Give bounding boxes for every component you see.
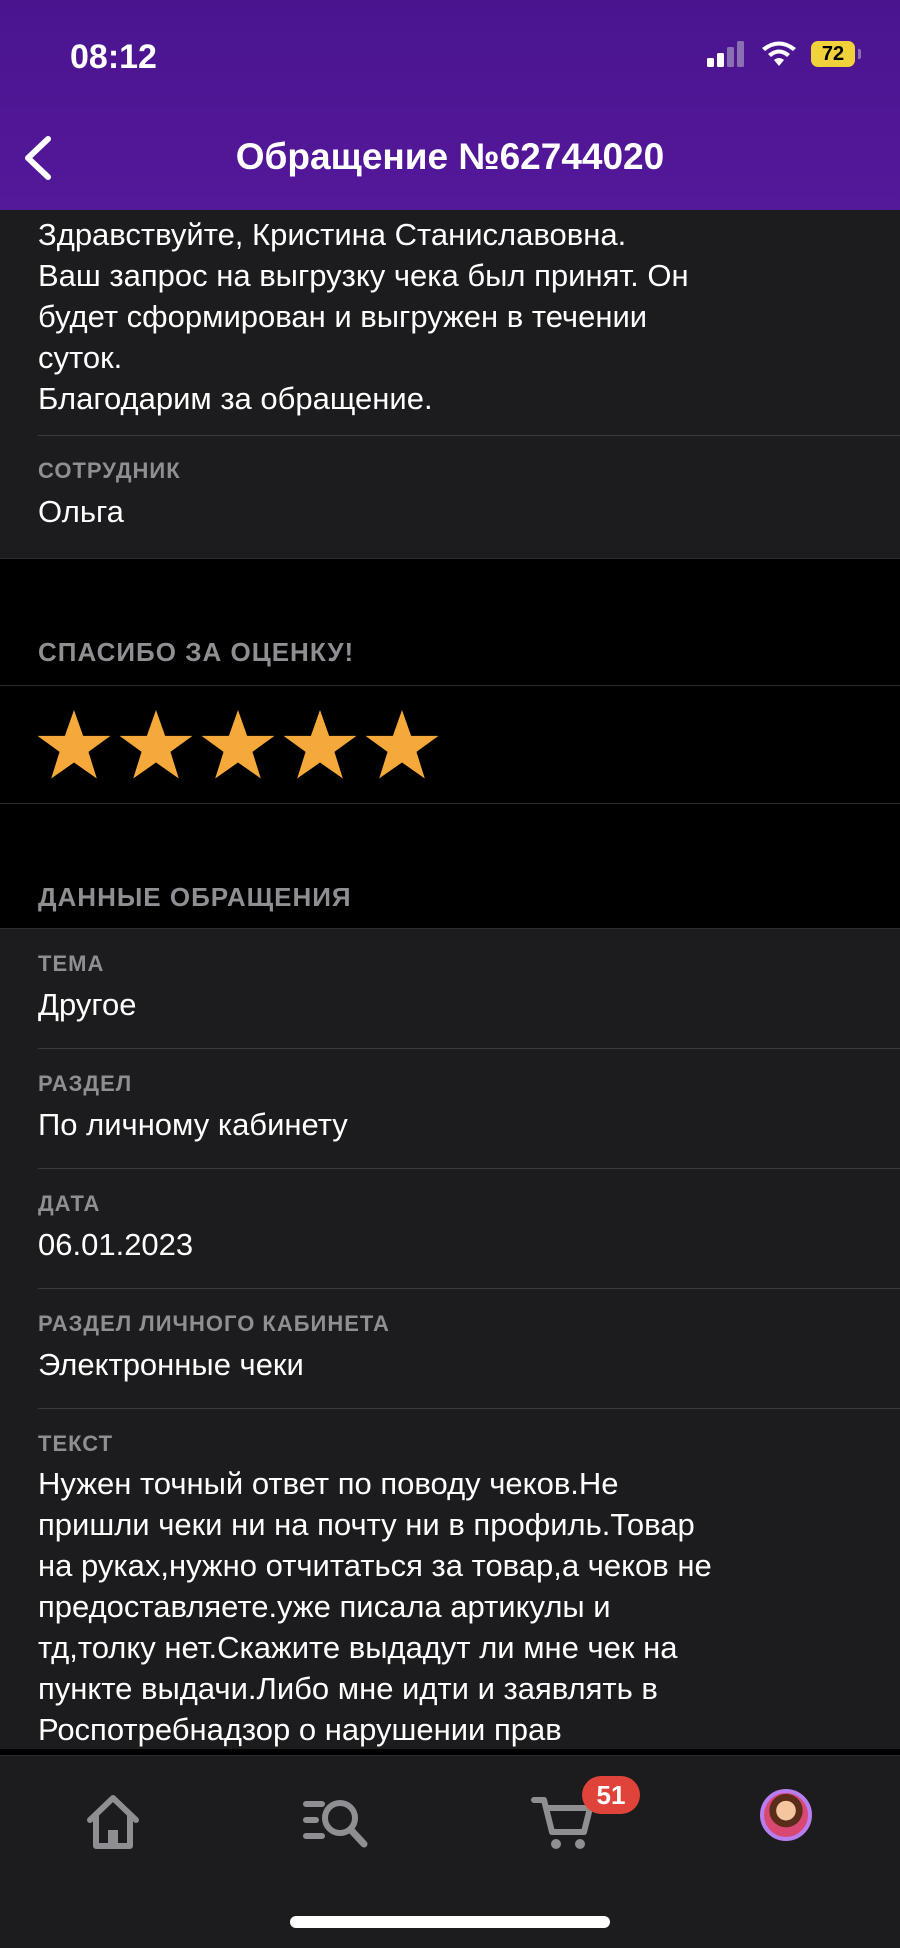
signal-icon	[707, 41, 744, 67]
status-icons: 72	[707, 40, 861, 68]
field-label: ТЕКСТ	[38, 1431, 114, 1456]
text-line: пришли чеки ни на почту ни в профиль.Тов…	[38, 1507, 695, 1542]
field-label: ТЕМА	[38, 951, 105, 976]
text-line: пункте выдачи.Либо мне идти и заявлять в	[38, 1671, 658, 1706]
battery-icon: 72	[811, 41, 861, 67]
field-row-theme: ТЕМА Другое	[0, 929, 900, 1048]
reply-line: будет сформирован и выгружен в течении	[38, 299, 648, 334]
home-indicator	[290, 1916, 610, 1928]
search-icon[interactable]	[302, 1786, 372, 1856]
request-text: Нужен точный ответ по поводу чеков.Не пр…	[38, 1463, 900, 1749]
employee-label: СОТРУДНИК	[38, 458, 181, 483]
reply-line: Благодарим за обращение.	[38, 381, 433, 416]
reply-line: Здравствуйте, Кристина Станиславовна.	[38, 217, 627, 252]
cart-badge: 51	[582, 1776, 640, 1814]
reply-line: суток.	[38, 340, 123, 375]
field-value: 06.01.2023	[38, 1227, 194, 1262]
field-row-cabinet-section: РАЗДЕЛ ЛИЧНОГО КАБИНЕТА Электронные чеки	[0, 1289, 900, 1408]
field-row-date: ДАТА 06.01.2023	[0, 1169, 900, 1288]
employee-row: СОТРУДНИК Ольга	[0, 436, 900, 530]
field-row-text: ТЕКСТ Нужен точный ответ по поводу чеков…	[0, 1409, 900, 1749]
field-value: Электронные чеки	[38, 1347, 304, 1382]
battery-level: 72	[821, 43, 845, 65]
field-label: РАЗДЕЛ	[38, 1071, 133, 1096]
star-icon[interactable]	[200, 707, 276, 783]
field-value: Другое	[38, 987, 137, 1022]
home-icon[interactable]	[78, 1786, 148, 1856]
top-header: 08:12 72 Обращение №62744020	[0, 0, 900, 210]
text-line: на руках,нужно отчитаться за товар,а чек…	[38, 1548, 712, 1583]
rating-header-text: СПАСИБО ЗА ОЦЕНКУ!	[38, 637, 355, 667]
field-value: По личному кабинету	[38, 1107, 348, 1142]
details-card: ТЕМА Другое РАЗДЕЛ По личному кабинету Д…	[0, 929, 900, 1749]
employee-name: Ольга	[38, 494, 124, 529]
field-label: РАЗДЕЛ ЛИЧНОГО КАБИНЕТА	[38, 1311, 390, 1336]
details-header-text: ДАННЫЕ ОБРАЩЕНИЯ	[38, 882, 352, 912]
star-icon[interactable]	[282, 707, 358, 783]
text-line: Нужен точный ответ по поводу чеков.Не	[38, 1466, 619, 1501]
field-row-section: РАЗДЕЛ По личному кабинету	[0, 1049, 900, 1168]
text-line: предоставляете.уже писала артикулы и	[38, 1589, 611, 1624]
wifi-icon	[762, 41, 796, 66]
reply-message: Здравствуйте, Кристина Станиславовна. Ва…	[0, 210, 900, 435]
star-icon[interactable]	[364, 707, 440, 783]
avatar[interactable]	[760, 1789, 812, 1841]
reply-line: Ваш запрос на выгрузку чека был принят. …	[38, 258, 689, 293]
text-line: Роспотребнадзор о нарушении прав	[38, 1712, 562, 1747]
star-icon[interactable]	[118, 707, 194, 783]
details-header: ДАННЫЕ ОБРАЩЕНИЯ	[0, 804, 900, 928]
ticket-content: Здравствуйте, Кристина Станиславовна. Ва…	[0, 210, 900, 1749]
text-line: тд,толку нет.Скажите выдадут ли мне чек …	[38, 1630, 678, 1665]
rating-stars	[0, 686, 900, 803]
field-label: ДАТА	[38, 1191, 101, 1216]
page-title: Обращение №62744020	[235, 136, 665, 177]
status-time: 08:12	[70, 38, 157, 76]
reply-card: Здравствуйте, Кристина Станиславовна. Ва…	[0, 210, 900, 558]
rating-header: СПАСИБО ЗА ОЦЕНКУ!	[0, 559, 900, 685]
star-icon[interactable]	[36, 707, 112, 783]
